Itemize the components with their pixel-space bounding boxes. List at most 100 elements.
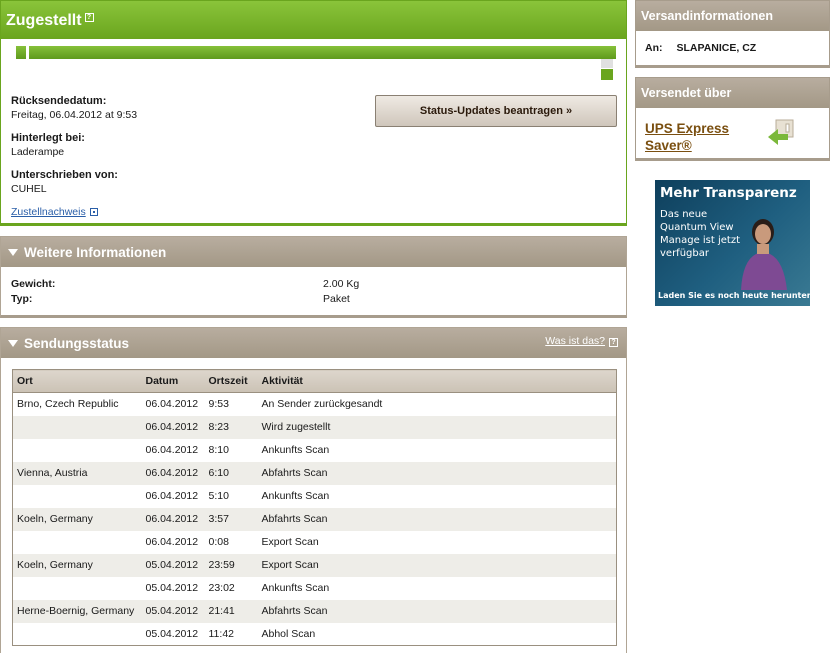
column-header-date: Datum xyxy=(141,369,205,393)
return-date-value: Freitag, 06.04.2012 at 9:53 xyxy=(11,109,138,121)
cell-local-time: 9:53 xyxy=(208,398,229,411)
column-header-local-time: Ortszeit xyxy=(204,369,258,393)
cell-local-time: 8:10 xyxy=(208,444,229,456)
cell-location: Koeln, Germany xyxy=(12,553,142,577)
cell-location xyxy=(13,485,142,508)
cell-activity: Abfahrts Scan xyxy=(257,599,617,623)
cell-activity: Abhol Scan xyxy=(261,627,316,640)
delivery-status-title: Zugestellt xyxy=(6,12,82,29)
request-status-updates-button[interactable]: Status-Updates beantragen » xyxy=(375,95,617,127)
recipient-label: An: xyxy=(645,42,663,54)
cell-location xyxy=(12,415,142,439)
cell-date: 06.04.2012 xyxy=(145,398,199,411)
return-date-label: Rücksendedatum: xyxy=(11,95,107,107)
proof-of-delivery-row: Zustellnachweis xyxy=(11,206,137,218)
table-row: 05.04.2012 11:42 Abhol Scan xyxy=(13,623,617,646)
progress-end-marker xyxy=(601,59,613,68)
shipment-status-title: Sendungsstatus xyxy=(24,336,130,351)
proof-of-delivery-link[interactable]: Zustellnachweis xyxy=(11,206,86,218)
cell-activity: Abfahrts Scan xyxy=(257,507,617,531)
cell-activity: Export Scan xyxy=(257,553,617,577)
ad-cta[interactable]: Laden Sie es noch heute herunter » xyxy=(658,291,810,300)
cell-activity: Ankunfts Scan xyxy=(261,582,330,594)
table-row: 06.04.2012 8:10 Ankunfts Scan xyxy=(13,439,617,462)
quantum-view-ad-banner[interactable]: Mehr Transparenz Das neue Quantum View M… xyxy=(655,180,810,306)
type-label: Typ: xyxy=(11,293,33,305)
cell-activity: Ankunfts Scan xyxy=(261,444,330,456)
collapse-triangle-icon[interactable] xyxy=(8,248,18,256)
more-info-header[interactable]: Weitere Informationen xyxy=(1,237,626,267)
cell-date: 06.04.2012 xyxy=(145,536,199,548)
more-info-title: Weitere Informationen xyxy=(24,245,167,260)
ad-body: Das neue Quantum View Manage ist jetzt v… xyxy=(660,209,741,259)
cell-location: Herne-Boernig, Germany xyxy=(12,599,142,623)
table-row: 05.04.2012 23:02 Ankunfts Scan xyxy=(13,577,617,600)
cell-date: 06.04.2012 xyxy=(141,461,205,485)
cell-location xyxy=(13,623,142,646)
progress-fill xyxy=(16,46,616,59)
recipient-row: An: SLAPANICE, CZ xyxy=(645,42,756,54)
cell-location xyxy=(13,439,142,462)
column-header-location: Ort xyxy=(12,369,142,393)
shipping-info-title: Versandinformationen xyxy=(636,1,829,31)
cell-date: 06.04.2012 xyxy=(145,490,199,502)
type-value: Paket xyxy=(323,293,350,305)
table-row: Brno, Czech Republic 06.04.2012 9:53 An Sen… xyxy=(13,393,617,416)
cell-location: Vienna, Austria xyxy=(12,461,142,485)
more-info-panel: Weitere Informationen Gewicht: 2.00 Kg T… xyxy=(0,236,627,318)
cell-local-time: 8:23 xyxy=(204,415,258,439)
cell-activity: Export Scan xyxy=(261,536,319,548)
cell-location: Brno, Czech Republic xyxy=(17,398,119,411)
cell-date: 05.04.2012 xyxy=(141,553,205,577)
signed-by-label: Unterschrieben von: xyxy=(11,169,118,181)
help-icon[interactable]: ? xyxy=(84,13,94,22)
table-row: 06.04.2012 5:10 Ankunfts Scan xyxy=(13,485,617,508)
cell-local-time: 23:02 xyxy=(208,582,235,594)
ad-headline: Mehr Transparenz xyxy=(660,185,797,201)
person-image xyxy=(741,219,787,290)
service-link[interactable]: UPS Express Saver® xyxy=(645,120,755,154)
new-window-icon[interactable] xyxy=(89,208,98,217)
recipient-value: SLAPANICE, CZ xyxy=(676,42,757,54)
shipment-status-table: Ort Datum Ortszeit Aktivität Brno, Czech… xyxy=(12,369,617,646)
table-row: 06.04.2012 8:23 Wird zugestellt xyxy=(12,415,617,439)
delivery-details: Rücksendedatum: Freitag, 06.04.2012 at 9… xyxy=(11,95,137,218)
cell-activity: Ankunfts Scan xyxy=(261,490,330,502)
collapse-triangle-icon[interactable] xyxy=(8,339,18,347)
delivery-status-box: Zugestellt? Rücksendedatum: Freitag, 06.… xyxy=(0,0,627,226)
cell-local-time: 6:10 xyxy=(204,461,258,485)
progress-start-marker xyxy=(26,46,29,59)
what-is-this-link[interactable]: Was ist das?? xyxy=(545,335,618,347)
shipment-status-header[interactable]: Sendungsstatus Was ist das?? xyxy=(1,328,626,358)
table-row: Koeln, Germany 06.04.2012 3:57 Abfahrts Sca… xyxy=(12,507,617,531)
progress-delivered-marker xyxy=(601,69,613,80)
cell-local-time: 11:42 xyxy=(208,627,235,640)
shipment-status-panel: Sendungsstatus Was ist das?? Ort Datum O… xyxy=(0,327,627,653)
cell-local-time: 5:10 xyxy=(208,490,229,502)
cell-activity: An Sender zurückgesandt xyxy=(261,398,383,411)
table-row: Herne-Boernig, Germany 05.04.2012 21:41 Abf… xyxy=(12,599,617,623)
cell-location: Koeln, Germany xyxy=(12,507,142,531)
shipping-info-box: Versandinformationen An: SLAPANICE, CZ xyxy=(635,0,830,68)
table-row: Koeln, Germany 05.04.2012 23:59 Export Scan xyxy=(12,553,617,577)
delivery-progress-bar xyxy=(16,46,616,80)
weight-label: Gewicht: xyxy=(11,278,56,290)
what-is-this-text[interactable]: Was ist das? xyxy=(545,335,605,347)
sent-via-title: Versendet über xyxy=(636,78,829,108)
cell-local-time: 3:57 xyxy=(204,507,258,531)
table-row: 06.04.2012 0:08 Export Scan xyxy=(13,531,617,554)
table-row: Vienna, Austria 06.04.2012 6:10 Abfahrts Sc… xyxy=(12,461,617,485)
cell-local-time: 0:08 xyxy=(208,536,229,548)
cell-date: 05.04.2012 xyxy=(145,627,199,640)
cell-activity: Abfahrts Scan xyxy=(257,461,617,485)
signed-by-value: CUHEL xyxy=(11,183,47,195)
cell-activity: Wird zugestellt xyxy=(257,415,617,439)
cell-date: 05.04.2012 xyxy=(141,599,205,623)
help-icon[interactable]: ? xyxy=(609,338,618,347)
cell-local-time: 23:59 xyxy=(204,553,258,577)
cell-date: 06.04.2012 xyxy=(145,444,199,456)
deposited-value: Laderampe xyxy=(11,146,65,158)
table-header-row: Ort Datum Ortszeit Aktivität xyxy=(12,369,617,393)
deposited-label: Hinterlegt bei: xyxy=(11,132,85,144)
return-package-icon xyxy=(768,119,794,145)
